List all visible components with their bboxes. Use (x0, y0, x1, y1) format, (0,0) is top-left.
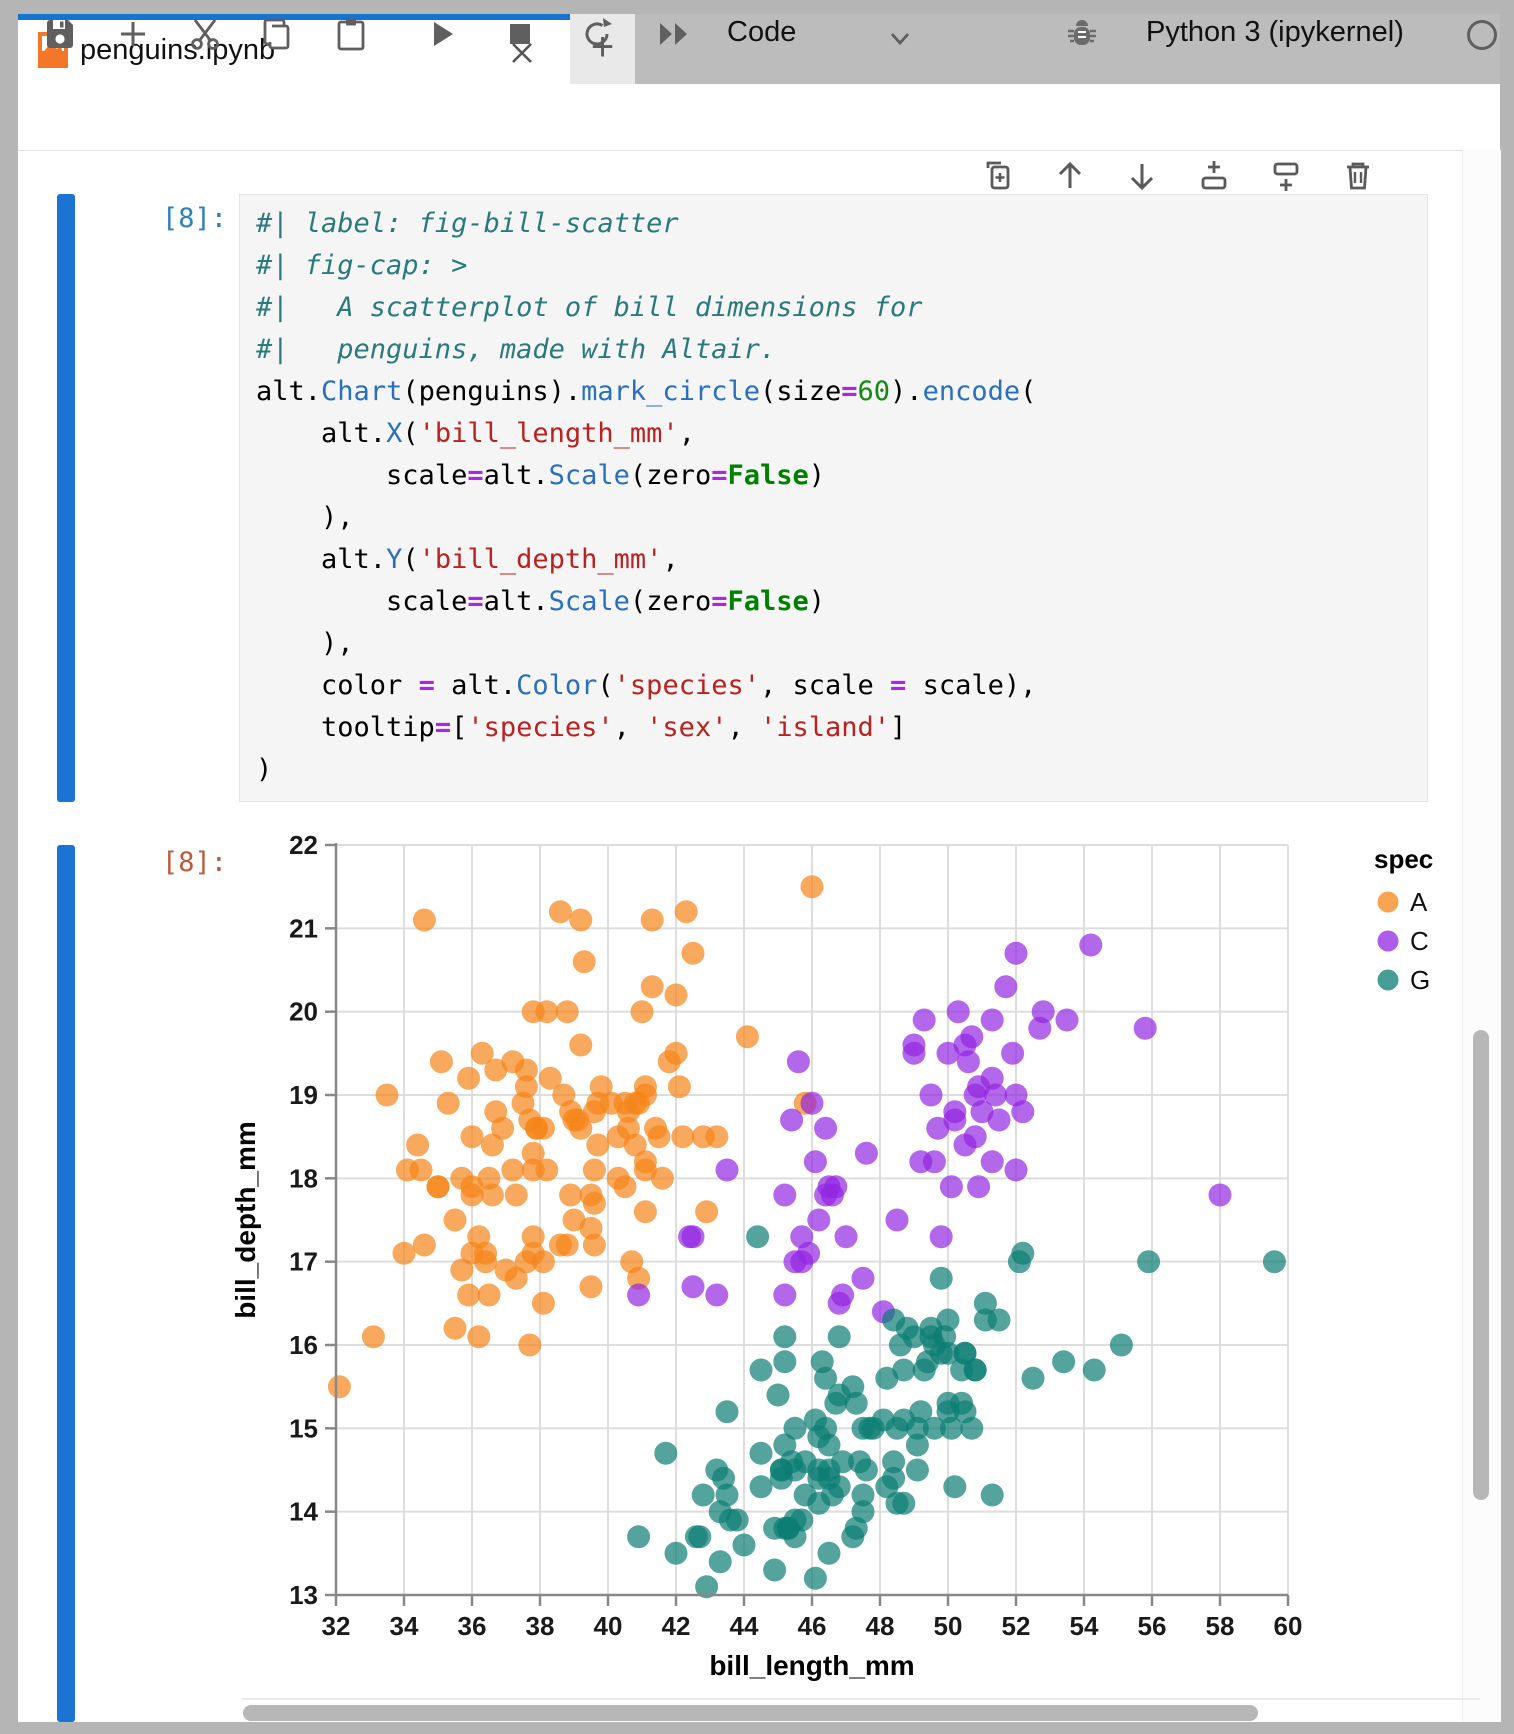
svg-text:32: 32 (322, 1611, 351, 1641)
insert-cell-above-icon[interactable] (1194, 156, 1234, 196)
svg-text:36: 36 (458, 1611, 487, 1641)
legend-label: C (1410, 926, 1429, 956)
svg-text:15: 15 (289, 1413, 318, 1443)
move-cell-down-icon[interactable] (1122, 156, 1162, 196)
insert-cell-button[interactable] (111, 12, 155, 56)
code-line[interactable]: alt.X('bill_length_mm', (256, 413, 1427, 455)
code-line[interactable]: #| penguins, made with Altair. (256, 329, 1427, 371)
legend-title: spec (1374, 844, 1433, 874)
code-line[interactable]: #| label: fig-bill-scatter (256, 203, 1427, 245)
svg-text:40: 40 (594, 1611, 623, 1641)
output-chart: 32 34 36 38 40 42 44 46 48 50 52 54 56 58 60 13 14 15 16 17… (0, 830, 1446, 1722)
series-A[interactable] (328, 875, 824, 1398)
y-axis-title: bill_depth_mm (230, 1121, 261, 1319)
code-line[interactable]: color = alt.Color('species', scale = sca… (256, 665, 1427, 707)
svg-text:13: 13 (289, 1580, 318, 1610)
cell-type-dropdown[interactable]: Code (727, 16, 796, 49)
legend-label: G (1410, 965, 1430, 995)
code-line[interactable]: alt.Chart(penguins).mark_circle(size=60)… (256, 371, 1427, 413)
insert-cell-below-icon[interactable] (1266, 156, 1306, 196)
svg-text:52: 52 (1002, 1611, 1031, 1641)
svg-text:38: 38 (526, 1611, 555, 1641)
vertical-scrollbar-thumb[interactable] (1473, 1030, 1489, 1500)
tab-title: penguins.ipynb (80, 34, 275, 67)
code-line[interactable]: alt.Y('bill_depth_mm', (256, 539, 1427, 581)
svg-text:18: 18 (289, 1163, 318, 1193)
debugger-bug-icon[interactable] (1060, 12, 1104, 56)
code-line[interactable]: #| fig-cap: > (256, 245, 1427, 287)
svg-text:48: 48 (866, 1611, 895, 1641)
chart-legend: spec ACG (1374, 844, 1433, 995)
jupyterlab-window: penguins.ipynb + Code (0, 0, 1514, 1734)
kernel-status-icon[interactable] (1460, 13, 1504, 57)
svg-text:44: 44 (730, 1611, 759, 1641)
copy-cells-button[interactable] (256, 12, 300, 56)
code-editor[interactable]: #| label: fig-bill-scatter#| fig-cap: >#… (240, 195, 1427, 791)
legend-swatch (1378, 931, 1399, 952)
code-line[interactable]: tooltip=['species', 'sex', 'island'] (256, 707, 1427, 749)
scatter-plot: 32 34 36 38 40 42 44 46 48 50 52 54 56 58 60 13 14 15 16 17… (0, 830, 1446, 1722)
svg-text:58: 58 (1206, 1611, 1235, 1641)
code-line[interactable]: ) (256, 749, 1427, 791)
code-line[interactable]: scale=alt.Scale(zero=False) (256, 581, 1427, 623)
window-border-bottom (0, 1722, 1514, 1734)
svg-text:17: 17 (289, 1247, 318, 1277)
move-cell-up-icon[interactable] (1050, 156, 1090, 196)
restart-run-all-button[interactable] (653, 12, 697, 56)
interrupt-kernel-button[interactable] (498, 12, 542, 56)
window-border-right (1500, 0, 1514, 1734)
code-cell[interactable]: #| label: fig-bill-scatter#| fig-cap: >#… (239, 194, 1428, 802)
svg-text:21: 21 (289, 913, 318, 943)
save-button[interactable] (38, 12, 82, 56)
legend-label: A (1410, 887, 1428, 917)
code-line[interactable]: #| A scatterplot of bill dimensions for (256, 287, 1427, 329)
svg-text:22: 22 (289, 830, 318, 860)
svg-text:19: 19 (289, 1080, 318, 1110)
svg-text:46: 46 (798, 1611, 827, 1641)
cut-cells-button[interactable] (184, 12, 228, 56)
horizontal-scrollbar-track[interactable] (242, 1698, 1480, 1700)
svg-text:50: 50 (934, 1611, 963, 1641)
x-axis-title: bill_length_mm (709, 1650, 914, 1681)
code-line[interactable]: scale=alt.Scale(zero=False) (256, 455, 1427, 497)
svg-text:16: 16 (289, 1330, 318, 1360)
paste-cells-button[interactable] (329, 12, 373, 56)
input-prompt: [8]: (95, 203, 227, 234)
svg-text:56: 56 (1138, 1611, 1167, 1641)
duplicate-cell-icon[interactable] (978, 156, 1018, 196)
svg-text:20: 20 (289, 997, 318, 1027)
horizontal-scrollbar-thumb[interactable] (243, 1705, 1258, 1721)
svg-text:42: 42 (662, 1611, 691, 1641)
input-collapser[interactable] (57, 194, 75, 802)
code-line[interactable]: ), (256, 497, 1427, 539)
restart-kernel-button[interactable] (575, 12, 619, 56)
svg-text:14: 14 (289, 1497, 318, 1527)
svg-text:60: 60 (1274, 1611, 1303, 1641)
code-line[interactable]: ), (256, 623, 1427, 665)
chevron-down-icon[interactable] (878, 16, 922, 60)
notebook-toolbar (18, 84, 1500, 151)
legend-swatch (1378, 970, 1399, 991)
legend-swatch (1378, 892, 1399, 913)
delete-cell-icon[interactable] (1338, 156, 1378, 196)
kernel-name[interactable]: Python 3 (ipykernel) (1146, 16, 1404, 49)
svg-text:54: 54 (1070, 1611, 1099, 1641)
run-cell-button[interactable] (420, 12, 464, 56)
series-G[interactable] (627, 1225, 1286, 1598)
svg-text:34: 34 (390, 1611, 419, 1641)
